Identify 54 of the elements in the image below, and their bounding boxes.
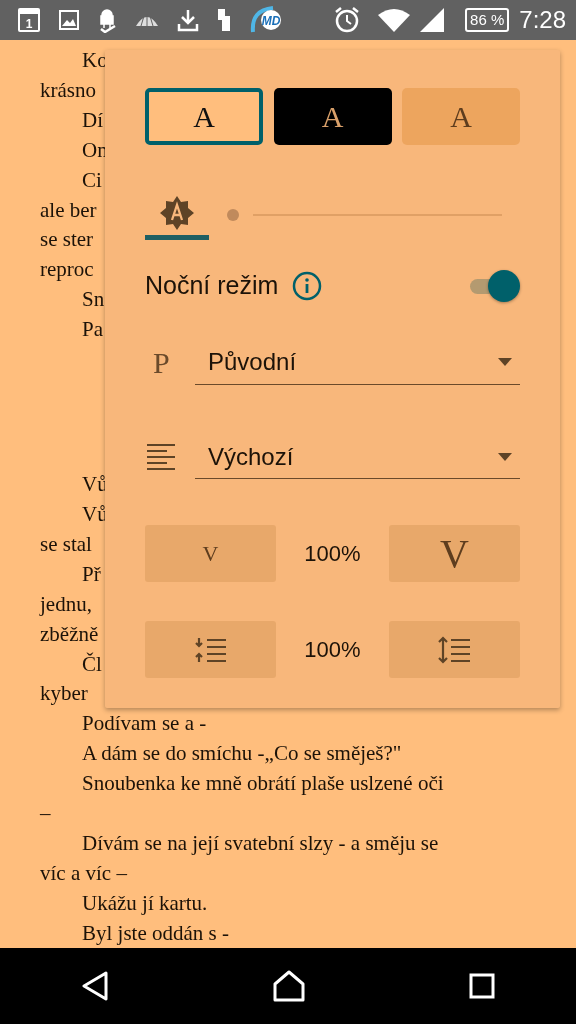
align-left-icon <box>145 442 177 472</box>
recents-icon[interactable] <box>468 973 495 999</box>
home-icon[interactable] <box>272 970 306 1002</box>
brightness-auto-icon <box>159 194 195 231</box>
text-line: víc a víc – <box>40 859 127 887</box>
text-line: Pa <box>81 316 103 344</box>
theme-button[interactable]: A <box>273 88 392 145</box>
text-line: Snoubenka ke mně obrátí plaše uslzené oči <box>81 770 444 798</box>
text-line: Př <box>81 560 101 588</box>
decrease-text-size-button[interactable]: V <box>145 525 276 582</box>
text-line: krásno <box>40 76 96 104</box>
back-icon[interactable] <box>81 971 110 1001</box>
text-line: Sn <box>81 286 105 314</box>
increase-line-spacing-icon <box>437 635 472 664</box>
text-line: Podívam se a - <box>81 710 207 738</box>
caret-icon <box>498 452 512 461</box>
battery-indicator: 86 % <box>465 8 510 32</box>
clock-time: 7:28 <box>519 5 566 35</box>
font-dropdown[interactable]: Původní <box>195 340 520 385</box>
text-line: – <box>40 800 51 828</box>
text-line: Dívám se na její svatební slzy - a směju se <box>81 829 439 857</box>
alignment-dropdown[interactable]: Výchozí <box>195 435 520 479</box>
wifi-icon <box>377 7 412 33</box>
signal-icon <box>419 7 446 33</box>
theme-button[interactable]: A <box>402 88 520 145</box>
text-line: zběžně <box>40 620 99 648</box>
text-size-reading: 100% <box>303 540 362 568</box>
text-line: reproc <box>40 256 94 284</box>
text-line: Dí <box>81 106 103 134</box>
line-spacing-reading: 100% <box>303 636 362 664</box>
image-icon <box>59 10 79 30</box>
download-icon <box>177 8 199 32</box>
text-line: Byl jste oddán s - <box>81 919 229 947</box>
decrease-line-spacing-button[interactable] <box>145 621 276 678</box>
text-line: se ster <box>40 226 94 254</box>
text-line: Ci <box>81 166 102 194</box>
night-mode-toggle[interactable] <box>468 270 520 302</box>
increase-text-size-button[interactable]: V <box>389 525 520 582</box>
font-icon: P <box>145 340 195 385</box>
increase-line-spacing-button[interactable] <box>389 621 520 678</box>
text-line: Čl <box>81 650 102 678</box>
text-line: ale ber <box>40 196 97 224</box>
night-mode-label: Noční režim <box>145 270 279 302</box>
text-line: kyber <box>40 680 88 708</box>
text-line: jednu, <box>40 590 92 618</box>
decrease-line-spacing-icon <box>193 636 228 663</box>
text-line: A dám se do smíchu -„Co se směješ?" <box>81 740 402 768</box>
theme-button[interactable]: A <box>145 88 263 145</box>
text-line: se stal <box>40 530 92 558</box>
sd-card-icon <box>217 8 231 32</box>
calendar-icon: 1 <box>17 7 41 33</box>
text-line: Ukážu jí kartu. <box>81 889 208 917</box>
info-icon[interactable] <box>292 271 323 301</box>
caret-icon <box>498 358 512 366</box>
